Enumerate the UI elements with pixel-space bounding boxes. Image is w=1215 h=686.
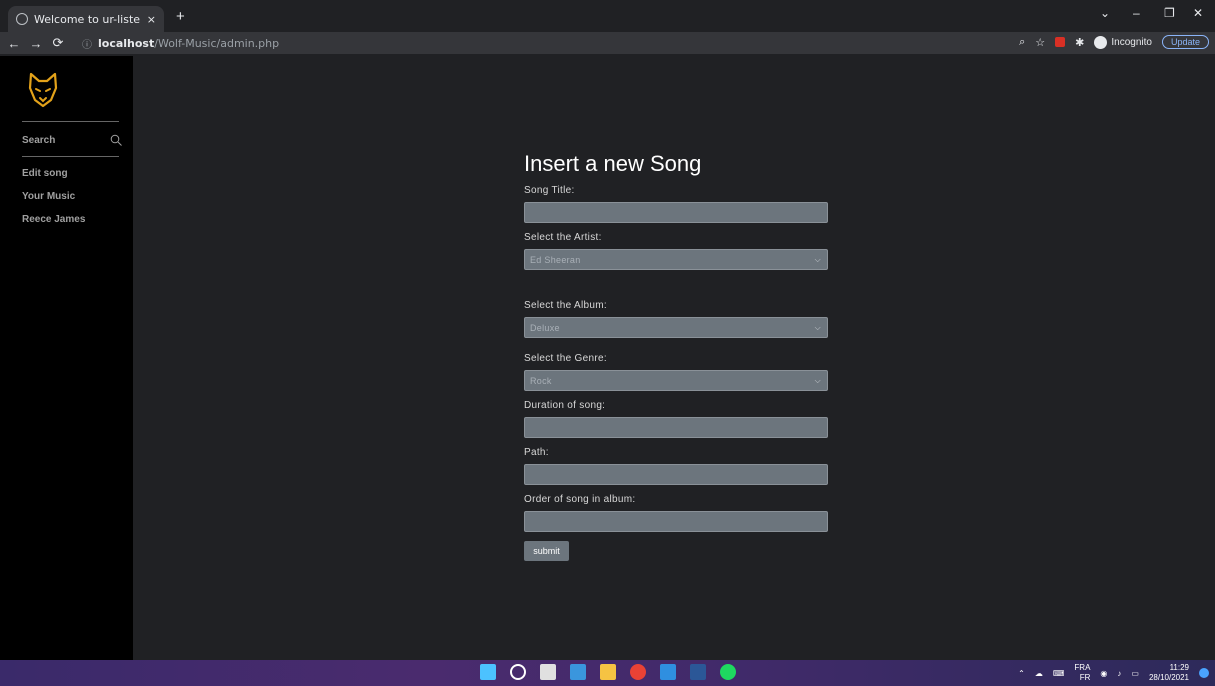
volume-icon[interactable]: ♪ xyxy=(1117,669,1121,678)
tab-close-button[interactable]: × xyxy=(147,13,156,26)
tab-title: Welcome to ur-listening xyxy=(34,12,141,26)
spotify-icon[interactable] xyxy=(720,664,736,680)
path-label: Path: xyxy=(524,447,549,458)
sidebar-search[interactable]: Search xyxy=(22,134,122,146)
album-select[interactable]: Deluxe ⌵ xyxy=(524,317,828,338)
artist-select[interactable]: Ed Sheeran ⌵ xyxy=(524,249,828,270)
clock-date: 28/10/2021 xyxy=(1148,673,1189,682)
widgets-icon[interactable] xyxy=(570,664,586,680)
sidebar-divider xyxy=(22,121,119,122)
artist-label: Select the Artist: xyxy=(524,232,602,243)
url-path: /Wolf-Music/admin.php xyxy=(154,36,280,50)
chevron-up-icon[interactable]: ⌃ xyxy=(1018,669,1025,678)
wolf-logo-icon[interactable] xyxy=(27,72,59,108)
chevron-down-icon: ⌵ xyxy=(814,375,821,385)
chevron-down-icon: ⌵ xyxy=(814,322,821,332)
keyboard-layout: FR xyxy=(1079,673,1091,682)
language-indicator[interactable]: FRA FR xyxy=(1074,663,1090,683)
toolbar-right: ⌕ ☆ ✱ Incognito Update xyxy=(1019,35,1209,49)
incognito-icon xyxy=(1094,35,1108,49)
close-window-icon[interactable]: ✕ xyxy=(1193,6,1203,20)
genre-label: Select the Genre: xyxy=(524,353,607,364)
order-input[interactable] xyxy=(524,511,828,532)
restore-icon[interactable]: ❐ xyxy=(1164,6,1175,20)
info-icon[interactable]: ⓘ xyxy=(82,36,92,51)
keyboard-icon[interactable]: ⌨ xyxy=(1053,669,1065,678)
sidebar-search-label: Search xyxy=(22,134,56,146)
chevron-down-icon: ⌵ xyxy=(814,254,821,264)
bookmark-star-icon[interactable]: ☆ xyxy=(1035,36,1045,49)
sidebar-item-your-music[interactable]: Your Music xyxy=(22,191,75,202)
sidebar-item-edit-song[interactable]: Edit song xyxy=(22,168,68,179)
sidebar-divider xyxy=(22,156,119,157)
extension-icon[interactable] xyxy=(1055,37,1066,47)
puzzle-icon[interactable]: ✱ xyxy=(1075,36,1084,49)
song-title-input[interactable] xyxy=(524,202,828,223)
insert-song-form: Insert a new Song Song Title: Select the… xyxy=(524,151,828,561)
genre-select[interactable]: Rock ⌵ xyxy=(524,370,828,391)
address-bar: ← → ⟳ ⓘ localhost /Wolf-Music/admin.php … xyxy=(0,32,1215,54)
incognito-label: Incognito xyxy=(1111,36,1152,48)
song-title-label: Song Title: xyxy=(524,185,575,196)
chrome-icon[interactable] xyxy=(630,664,646,680)
new-tab-button[interactable]: + xyxy=(176,8,185,25)
url-field[interactable]: ⓘ localhost /Wolf-Music/admin.php xyxy=(82,35,1002,51)
task-view-icon[interactable] xyxy=(540,664,556,680)
reload-icon[interactable]: ⟳ xyxy=(50,35,66,51)
search-icon[interactable] xyxy=(110,134,122,146)
notification-icon[interactable] xyxy=(1199,668,1209,678)
vscode-icon[interactable] xyxy=(660,664,676,680)
clock-time: 11:29 xyxy=(1169,663,1189,672)
clock[interactable]: 11:29 28/10/2021 xyxy=(1149,663,1189,683)
language-code: FRA xyxy=(1074,663,1091,672)
update-button[interactable]: Update xyxy=(1161,35,1209,49)
wifi-icon[interactable]: ◉ xyxy=(1100,669,1107,678)
sidebar-item-user[interactable]: Reece James xyxy=(22,214,85,225)
file-explorer-icon[interactable] xyxy=(600,664,616,680)
word-icon[interactable] xyxy=(690,664,706,680)
zoom-icon[interactable]: ⌕ xyxy=(1019,36,1025,49)
windows-start-icon[interactable] xyxy=(480,664,496,680)
sidebar: Search Edit song Your Music Reece James xyxy=(0,56,133,660)
incognito-indicator[interactable]: Incognito xyxy=(1094,35,1152,49)
taskbar: ⌃ ☁ ⌨ FRA FR ◉ ♪ ▭ 11:29 28/10/2021 xyxy=(0,660,1215,686)
onedrive-icon[interactable]: ☁ xyxy=(1035,669,1043,678)
path-input[interactable] xyxy=(524,464,828,485)
submit-button[interactable]: submit xyxy=(524,541,569,561)
tab-search-icon[interactable]: ⌄ xyxy=(1100,6,1110,20)
forward-icon[interactable]: → xyxy=(28,36,44,51)
url-host: localhost xyxy=(98,36,155,50)
order-label: Order of song in album: xyxy=(524,494,636,505)
duration-label: Duration of song: xyxy=(524,400,606,411)
album-label: Select the Album: xyxy=(524,300,607,311)
minimize-icon[interactable]: – xyxy=(1133,6,1140,20)
main-content: Insert a new Song Song Title: Select the… xyxy=(133,56,1215,660)
page-title: Insert a new Song xyxy=(524,151,702,176)
browser-tab-strip: Welcome to ur-listening × + ⌄ – ❐ ✕ xyxy=(0,0,1215,32)
search-icon[interactable] xyxy=(510,664,526,680)
genre-select-value: Rock xyxy=(530,375,552,386)
album-select-value: Deluxe xyxy=(530,322,560,333)
browser-tab[interactable]: Welcome to ur-listening × xyxy=(8,6,164,32)
artist-select-value: Ed Sheeran xyxy=(530,254,581,265)
system-tray: ⌃ ☁ ⌨ FRA FR ◉ ♪ ▭ 11:29 28/10/2021 xyxy=(1018,663,1209,683)
back-icon[interactable]: ← xyxy=(6,36,22,51)
duration-input[interactable] xyxy=(524,417,828,438)
battery-icon[interactable]: ▭ xyxy=(1131,669,1139,678)
globe-icon xyxy=(16,13,28,25)
taskbar-apps xyxy=(480,664,736,680)
